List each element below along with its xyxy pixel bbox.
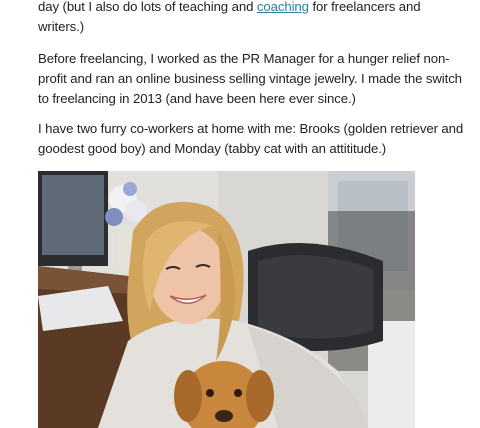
bio-paragraph-3: I have two furry co-workers at home with…: [38, 121, 464, 156]
bio-paragraph-2: Before freelancing, I worked as the PR M…: [38, 51, 462, 106]
bio-paragraph-1-text: day (but I also do lots of teaching and: [38, 0, 257, 14]
author-photo: [38, 171, 415, 428]
coaching-link[interactable]: coaching: [257, 0, 309, 14]
bio-paragraph-1: day (but I also do lots of teaching and …: [38, 0, 468, 37]
